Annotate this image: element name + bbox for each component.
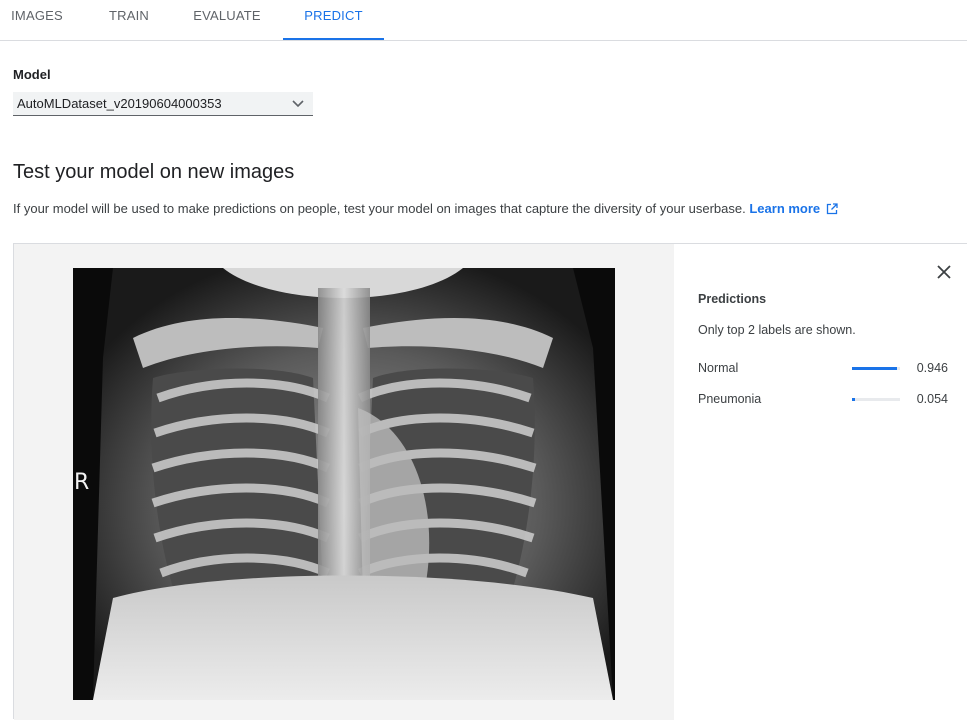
- model-label: Model: [13, 67, 51, 82]
- page-title: Test your model on new images: [13, 161, 295, 183]
- tab-bar: IMAGES TRAIN EVALUATE PREDICT: [0, 0, 967, 41]
- model-select[interactable]: AutoMLDataset_v20190604000353: [13, 92, 313, 116]
- score-bar-fill: [852, 367, 898, 370]
- predictions-sidebar: Predictions Only top 2 labels are shown.…: [674, 244, 967, 720]
- prediction-label: Pneumonia: [698, 392, 762, 406]
- tab-predict[interactable]: PREDICT: [283, 0, 384, 40]
- uploaded-image: R: [73, 268, 615, 700]
- image-marker-text: R: [74, 470, 90, 495]
- image-preview-area: R: [14, 244, 674, 720]
- tab-evaluate[interactable]: EVALUATE: [184, 0, 270, 40]
- prediction-row: Pneumonia 0.054: [698, 392, 948, 412]
- learn-more-link[interactable]: Learn more: [749, 201, 820, 216]
- score-bar: [852, 367, 900, 370]
- external-link-icon[interactable]: [826, 203, 838, 215]
- prediction-score: 0.054: [916, 392, 948, 406]
- tab-images[interactable]: IMAGES: [0, 0, 74, 40]
- model-select-value: AutoMLDataset_v20190604000353: [17, 96, 222, 111]
- description-text: If your model will be used to make predi…: [13, 201, 746, 216]
- prediction-score: 0.946: [916, 361, 948, 375]
- chevron-down-icon: [292, 97, 304, 108]
- prediction-row: Normal 0.946: [698, 361, 948, 381]
- tab-train[interactable]: TRAIN: [98, 0, 160, 40]
- prediction-label: Normal: [698, 361, 739, 375]
- close-icon[interactable]: [936, 264, 952, 280]
- predictions-note: Only top 2 labels are shown.: [698, 323, 856, 337]
- prediction-panel: R Predictions Only top 2 labels are show…: [13, 243, 967, 720]
- score-bar-fill: [852, 398, 855, 401]
- predictions-title: Predictions: [698, 292, 767, 306]
- section-description: If your model will be used to make predi…: [13, 201, 838, 216]
- score-bar: [852, 398, 900, 401]
